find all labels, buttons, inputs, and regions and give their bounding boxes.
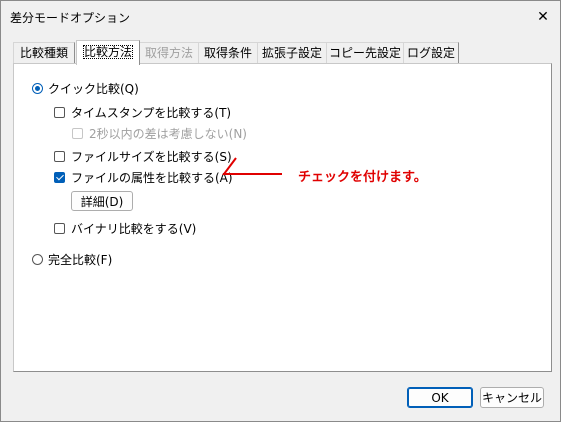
tab-label: ログ設定	[406, 46, 455, 60]
tab-compare-method[interactable]: 比較方法	[76, 40, 140, 65]
file-size-checkbox[interactable]: ファイルサイズを比較する(S)	[54, 148, 232, 165]
radio-unchecked-icon	[32, 254, 43, 265]
timestamp-label: タイムスタンプを比較する(T)	[71, 106, 232, 120]
tab-compare-type[interactable]: 比較種類	[13, 42, 75, 63]
details-button[interactable]: 詳細(D)	[71, 191, 133, 211]
binary-compare-label: バイナリ比較をする(V)	[71, 222, 197, 236]
ok-button[interactable]: OK	[407, 387, 473, 408]
checkbox-unchecked-icon	[54, 107, 65, 118]
checkbox-unchecked-icon	[54, 223, 65, 234]
dialog-window: 差分モードオプション ✕ 比較種類 比較方法 取得方法 取得条件 拡張子設定 コ…	[0, 0, 561, 422]
tab-label: 拡張子設定	[261, 46, 322, 60]
radio-checked-icon	[32, 83, 43, 94]
details-button-label: 詳細(D)	[80, 194, 124, 209]
annotation-note: チェックを付けます。	[298, 170, 427, 185]
window-title: 差分モードオプション	[10, 11, 131, 25]
checkbox-disabled-icon	[72, 128, 83, 139]
checkbox-checked-icon	[54, 172, 65, 183]
file-size-label: ファイルサイズを比較する(S)	[71, 150, 232, 164]
quick-compare-radio[interactable]: クイック比較(Q)	[32, 80, 139, 97]
tab-label: 比較種類	[19, 46, 68, 60]
close-button[interactable]: ✕	[525, 1, 561, 33]
two-second-tolerance-checkbox[interactable]: 2秒以内の差は考慮しない(N)	[72, 125, 247, 142]
cancel-button[interactable]: キャンセル	[480, 387, 544, 408]
file-attribute-checkbox[interactable]: ファイルの属性を比較する(A)	[54, 169, 233, 186]
ok-button-label: OK	[431, 390, 449, 405]
tab-copy-destination[interactable]: コピー先設定	[326, 42, 404, 63]
tab-fetch-condition[interactable]: 取得条件	[198, 42, 258, 63]
quick-compare-label: クイック比較(Q)	[48, 82, 139, 96]
tab-extension-settings[interactable]: 拡張子設定	[257, 42, 327, 63]
file-attribute-label: ファイルの属性を比較する(A)	[71, 171, 233, 185]
full-compare-radio[interactable]: 完全比較(F)	[32, 251, 112, 268]
cancel-button-label: キャンセル	[481, 391, 542, 405]
title-bar: 差分モードオプション ✕	[1, 1, 560, 33]
two-second-tolerance-label: 2秒以内の差は考慮しない(N)	[89, 127, 247, 141]
tab-log-settings[interactable]: ログ設定	[403, 42, 459, 63]
tab-label: 取得方法	[144, 46, 193, 60]
annotation-arrow-icon	[222, 157, 282, 175]
tab-label: コピー先設定	[328, 46, 401, 60]
binary-compare-checkbox[interactable]: バイナリ比較をする(V)	[54, 220, 196, 237]
tab-fetch-method[interactable]: 取得方法	[139, 42, 199, 63]
tab-panel: クイック比較(Q) タイムスタンプを比較する(T) 2秒以内の差は考慮しない(N…	[13, 63, 552, 372]
timestamp-checkbox[interactable]: タイムスタンプを比較する(T)	[54, 104, 231, 121]
close-icon: ✕	[537, 9, 549, 25]
tab-label: 比較方法	[82, 45, 133, 59]
tab-label: 取得条件	[203, 46, 252, 60]
full-compare-label: 完全比較(F)	[48, 253, 113, 267]
checkbox-unchecked-icon	[54, 151, 65, 162]
